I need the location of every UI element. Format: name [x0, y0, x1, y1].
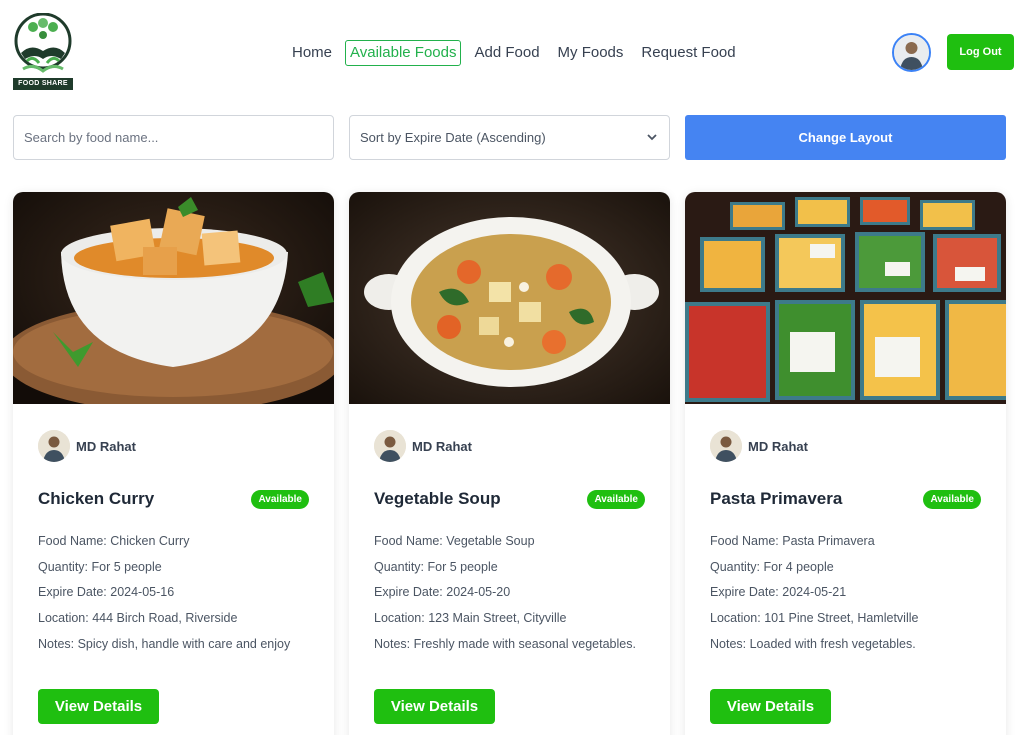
sort-select-value: Sort by Expire Date (Ascending)	[360, 130, 546, 145]
status-badge: Available	[587, 489, 645, 509]
food-name-text: Food Name: Pasta Primavera	[710, 534, 875, 548]
filter-controls: Sort by Expire Date (Ascending) Change L…	[13, 115, 1006, 160]
food-image	[13, 192, 334, 404]
nav-available-foods[interactable]: Available Foods	[345, 40, 462, 66]
owner-avatar-icon	[38, 430, 70, 462]
view-details-button[interactable]: View Details	[710, 689, 831, 724]
owner-row: MD Rahat	[374, 430, 645, 462]
nav-request-food[interactable]: Request Food	[636, 40, 740, 66]
pasta-primavera-image	[685, 192, 1006, 404]
quantity-text: Quantity: For 4 people	[710, 559, 834, 574]
owner-name: MD Rahat	[76, 438, 136, 454]
sort-select[interactable]: Sort by Expire Date (Ascending)	[349, 115, 670, 160]
food-image	[349, 192, 670, 404]
card-body: MD Rahat Vegetable Soup Available Food N…	[349, 404, 670, 658]
nav-my-foods[interactable]: My Foods	[553, 40, 629, 66]
owner-row: MD Rahat	[710, 430, 981, 462]
quantity-text: Quantity: For 5 people	[374, 559, 498, 574]
owner-avatar-icon	[710, 430, 742, 462]
card-title-row: Pasta Primavera Available	[710, 489, 981, 509]
chevron-down-icon	[647, 134, 657, 141]
food-details: Food Name: Chicken Curry Quantity: For 5…	[38, 529, 309, 658]
food-card: MD Rahat Vegetable Soup Available Food N…	[349, 192, 670, 735]
food-image	[685, 192, 1006, 404]
view-details-button[interactable]: View Details	[38, 689, 159, 724]
food-title: Vegetable Soup	[374, 489, 501, 508]
logo-text: FOOD SHARE	[13, 78, 73, 90]
card-body: MD Rahat Pasta Primavera Available Food …	[685, 404, 1006, 658]
owner-avatar	[38, 430, 70, 462]
owner-avatar	[374, 430, 406, 462]
notes-text: Notes: Freshly made with seasonal vegeta…	[374, 636, 636, 651]
user-avatar-icon	[894, 35, 929, 70]
expire-date-text: Expire Date: 2024-05-16	[38, 585, 175, 600]
header: FOOD SHARE Home Available Foods Add Food…	[0, 0, 1021, 100]
nav-add-food[interactable]: Add Food	[469, 40, 544, 66]
food-share-logo[interactable]: FOOD SHARE	[13, 12, 73, 90]
food-title: Pasta Primavera	[710, 489, 843, 508]
logout-button[interactable]: Log Out	[947, 34, 1014, 70]
card-title-row: Vegetable Soup Available	[374, 489, 645, 509]
status-badge: Available	[923, 489, 981, 509]
notes-text: Notes: Spicy dish, handle with care and …	[38, 636, 291, 651]
owner-avatar-icon	[374, 430, 406, 462]
card-body: MD Rahat Chicken Curry Available Food Na…	[13, 404, 334, 658]
location-text: Location: 123 Main Street, Cityville	[374, 611, 567, 626]
food-card: MD Rahat Chicken Curry Available Food Na…	[13, 192, 334, 735]
change-layout-button[interactable]: Change Layout	[685, 115, 1006, 160]
notes-text: Notes: Loaded with fresh vegetables.	[710, 636, 916, 651]
expire-date-text: Expire Date: 2024-05-21	[710, 585, 847, 600]
search-input[interactable]	[13, 115, 334, 160]
food-name-text: Food Name: Vegetable Soup	[374, 534, 535, 548]
logo-emblem-icon	[14, 12, 72, 73]
chicken-curry-image	[13, 192, 334, 404]
vegetable-soup-image	[349, 192, 670, 404]
owner-name: MD Rahat	[748, 438, 808, 454]
owner-row: MD Rahat	[38, 430, 309, 462]
location-text: Location: 101 Pine Street, Hamletville	[710, 611, 919, 626]
food-name-text: Food Name: Chicken Curry	[38, 534, 190, 548]
quantity-text: Quantity: For 5 people	[38, 559, 162, 574]
location-text: Location: 444 Birch Road, Riverside	[38, 611, 238, 626]
food-card: MD Rahat Pasta Primavera Available Food …	[685, 192, 1006, 735]
status-badge: Available	[251, 489, 309, 509]
view-details-button[interactable]: View Details	[374, 689, 495, 724]
owner-avatar	[710, 430, 742, 462]
main-nav: Home Available Foods Add Food My Foods R…	[287, 40, 749, 66]
food-title: Chicken Curry	[38, 489, 155, 508]
food-details: Food Name: Vegetable Soup Quantity: For …	[374, 529, 645, 658]
owner-name: MD Rahat	[412, 438, 472, 454]
user-avatar[interactable]	[892, 33, 931, 72]
food-details: Food Name: Pasta Primavera Quantity: For…	[710, 529, 981, 658]
card-title-row: Chicken Curry Available	[38, 489, 309, 509]
expire-date-text: Expire Date: 2024-05-20	[374, 585, 511, 600]
nav-home[interactable]: Home	[287, 40, 337, 66]
